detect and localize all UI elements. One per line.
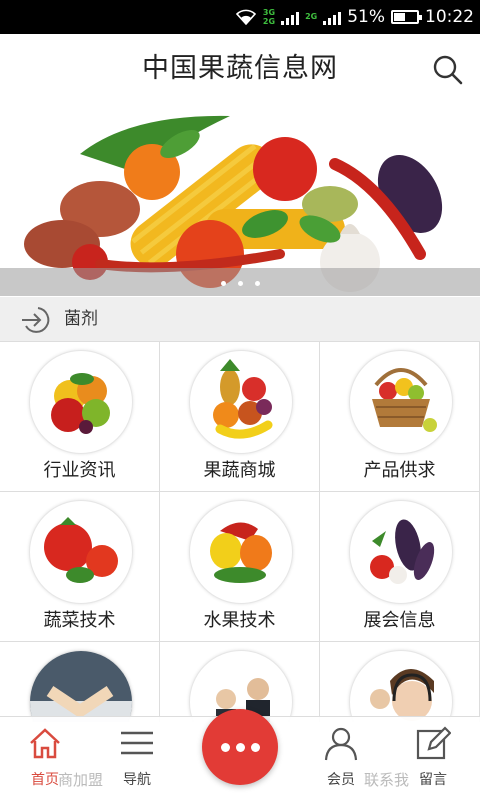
grid-item-franchise[interactable] — [0, 642, 160, 722]
carousel-dot — [254, 281, 260, 286]
signal-icon-2 — [323, 9, 342, 25]
battery-icon — [391, 10, 422, 24]
status-bar: 3G 2G 2G 51% 10:22 — [0, 0, 480, 34]
grid-item-label: 行业资讯 — [43, 460, 116, 481]
feature-grid: 行业资讯 果蔬商城 产品供求 蔬菜技术 水果技术 展会信息 — [0, 342, 480, 722]
grid-item-label: 果蔬商城 — [203, 460, 276, 481]
battery-percent: 51% — [347, 7, 385, 27]
network-2g-label-2: 2G — [305, 12, 318, 21]
wifi-icon — [235, 9, 257, 25]
app-header: 中国果蔬信息网 — [0, 34, 480, 105]
signal-icon — [281, 9, 300, 25]
carousel-dot — [237, 281, 243, 286]
tomatoes-image — [29, 500, 133, 604]
menu-icon — [121, 731, 153, 755]
bottom-nav: 商加盟 联系我 首页 导航 会员 留言 — [0, 709, 480, 801]
network-2g-label: 2G — [262, 16, 276, 26]
more-button[interactable] — [202, 709, 278, 785]
grid-item-label: 产品供求 — [363, 460, 436, 481]
clock: 10:22 — [425, 7, 474, 27]
search-icon[interactable] — [432, 54, 464, 86]
eggplant-vegetables-image — [349, 500, 453, 604]
nav-member-label: 会员 — [327, 772, 355, 788]
nav-navigation[interactable]: 导航 — [102, 717, 172, 801]
nav-member[interactable]: 会员 — [306, 717, 376, 801]
edit-icon — [416, 726, 451, 760]
network-3g-label: 3G — [262, 7, 276, 17]
carousel-dot — [220, 281, 226, 286]
category-label: 菌剂 — [64, 309, 98, 329]
grid-item-vegetable-tech[interactable]: 蔬菜技术 — [0, 492, 160, 642]
grid-item-produce-mall[interactable]: 果蔬商城 — [160, 342, 320, 492]
banner-carousel[interactable] — [0, 104, 480, 296]
mixed-fruit-image — [29, 350, 133, 454]
grid-item-fruit-tech[interactable]: 水果技术 — [160, 492, 320, 642]
page-title: 中国果蔬信息网 — [142, 53, 338, 84]
fruit-basket-image — [349, 350, 453, 454]
nav-message[interactable]: 留言 — [398, 717, 468, 801]
bell-peppers-image — [189, 500, 293, 604]
grid-item-supply-demand[interactable]: 产品供求 — [320, 342, 480, 492]
user-icon — [324, 727, 358, 761]
home-icon — [30, 728, 60, 759]
nav-home[interactable]: 首页 — [10, 717, 80, 801]
grid-item-label: 蔬菜技术 — [43, 610, 116, 631]
grid-item-exhibition-info[interactable]: 展会信息 — [320, 492, 480, 642]
more-dots-icon — [220, 742, 230, 752]
business-handshake-image — [29, 650, 133, 722]
grid-item-industry-news[interactable]: 行业资讯 — [0, 342, 160, 492]
fruit-pile-image — [189, 350, 293, 454]
call-center-woman-image — [349, 650, 453, 722]
grid-item-label: 水果技术 — [203, 610, 276, 631]
carousel-indicator — [0, 281, 480, 286]
category-bar[interactable]: 菌剂 — [0, 297, 480, 342]
grid-item-contact[interactable] — [320, 642, 480, 722]
nav-navigation-label: 导航 — [123, 772, 151, 788]
nav-message-label: 留言 — [419, 772, 447, 788]
nav-home-label: 首页 — [31, 772, 59, 788]
enter-arrow-icon — [22, 307, 50, 333]
grid-item-label: 展会信息 — [363, 610, 436, 631]
